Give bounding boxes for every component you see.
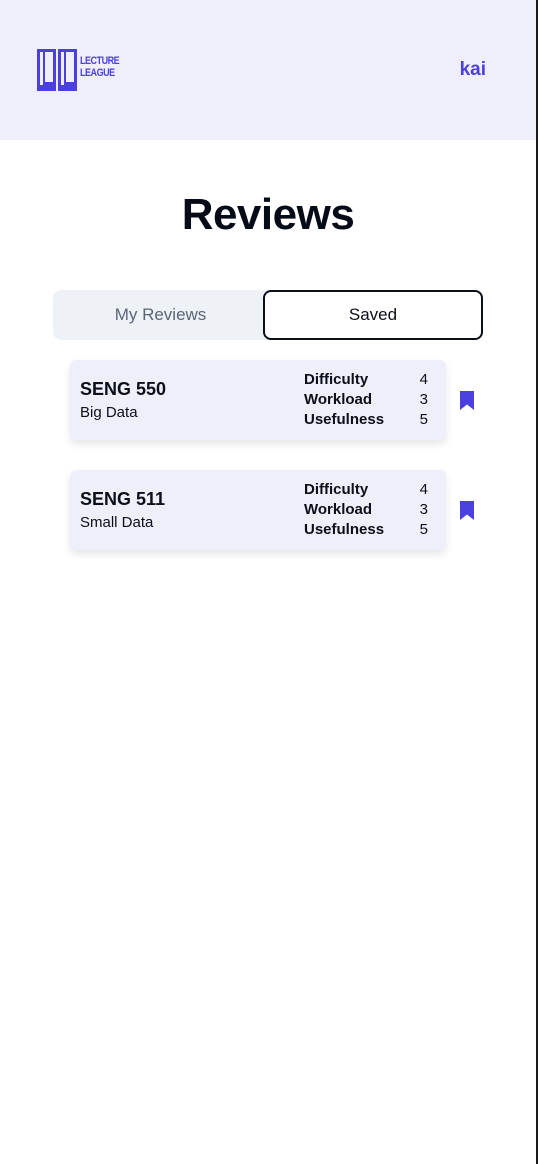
metric-row-difficulty: Difficulty 4	[304, 480, 428, 500]
metric-value: 4	[419, 481, 428, 498]
review-metrics: Difficulty 4 Workload 3 Usefulness 5	[304, 480, 428, 540]
bookmark-filled-icon[interactable]	[460, 391, 474, 410]
metric-label: Usefulness	[304, 521, 385, 538]
metric-value: 4	[419, 371, 428, 388]
page: LECTURE LEAGUE kai Reviews My Reviews Sa…	[0, 0, 538, 1164]
page-title: Reviews	[181, 190, 355, 239]
metric-row-usefulness: Usefulness 5	[304, 520, 428, 540]
metric-value: 3	[419, 391, 428, 408]
course-name: Big Data	[80, 404, 138, 421]
metric-row-workload: Workload 3	[304, 390, 428, 410]
logo[interactable]: LECTURE LEAGUE	[36, 48, 126, 92]
review-card[interactable]: SENG 511 Small Data Difficulty 4 Workloa…	[70, 470, 446, 550]
metric-label: Difficulty	[304, 481, 369, 498]
metric-label: Workload	[304, 501, 373, 518]
review-card[interactable]: SENG 550 Big Data Difficulty 4 Workload …	[70, 360, 446, 440]
review-tabs: My Reviews Saved	[53, 290, 483, 340]
metric-value: 3	[419, 501, 428, 518]
metric-row-workload: Workload 3	[304, 500, 428, 520]
course-name: Small Data	[80, 514, 154, 531]
metric-label: Usefulness	[304, 411, 385, 428]
review-metrics: Difficulty 4 Workload 3 Usefulness 5	[304, 370, 428, 430]
course-code: SENG 511	[80, 489, 166, 509]
bookmark-filled-icon[interactable]	[460, 501, 474, 520]
logo-text-line-2: LEAGUE	[80, 67, 115, 79]
course-code: SENG 550	[80, 379, 167, 399]
logo-text-line-1: LECTURE	[80, 55, 120, 67]
metric-label: Workload	[304, 391, 373, 408]
header-bar: LECTURE LEAGUE kai	[0, 0, 536, 140]
tab-my-reviews[interactable]: My Reviews	[53, 290, 268, 340]
metric-value: 5	[419, 411, 428, 428]
metric-label: Difficulty	[304, 371, 369, 388]
logo-mark-icon	[37, 49, 77, 91]
tab-saved[interactable]: Saved	[263, 290, 483, 340]
user-profile-link[interactable]: kai	[460, 59, 486, 81]
metric-value: 5	[419, 521, 428, 538]
metric-row-difficulty: Difficulty 4	[304, 370, 428, 390]
logo-text: LECTURE LEAGUE	[80, 55, 120, 79]
metric-row-usefulness: Usefulness 5	[304, 410, 428, 430]
